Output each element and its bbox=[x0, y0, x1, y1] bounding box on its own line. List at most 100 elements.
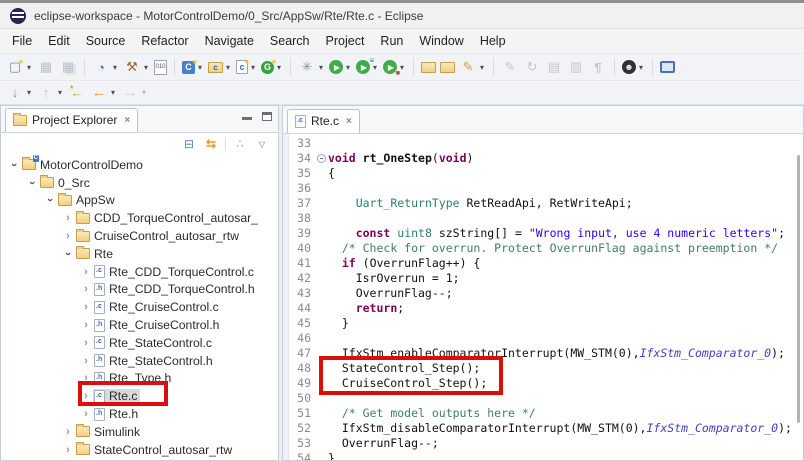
tree-item-0-src[interactable]: 0_Src bbox=[1, 174, 278, 192]
code-line-39[interactable]: const uint8 szString[] = "Wrong input, u… bbox=[328, 226, 803, 241]
new-c-class-button[interactable] bbox=[234, 58, 259, 76]
tree-item-label-wrap[interactable]: Rte_CDD_TorqueControl.c bbox=[93, 265, 257, 279]
minimize-view-icon[interactable] bbox=[242, 117, 252, 120]
new-c-folder-dropdown-icon[interactable] bbox=[224, 63, 232, 72]
fold-collapse-icon[interactable] bbox=[317, 154, 326, 163]
new-c-class-dropdown-icon[interactable] bbox=[249, 63, 257, 72]
tree-item-rte-cruisecontrol-h[interactable]: Rte_CruiseControl.h bbox=[1, 316, 278, 334]
line-number[interactable]: 39 bbox=[289, 226, 315, 241]
tree-item-label-wrap[interactable]: Simulink bbox=[75, 425, 143, 439]
tree-item-label-wrap[interactable]: Rte_StateControl.c bbox=[93, 336, 215, 350]
chevron-right-icon[interactable] bbox=[61, 426, 75, 438]
tree-item-rte-cdd-torquecontrol-h[interactable]: Rte_CDD_TorqueControl.h bbox=[1, 281, 278, 299]
tree-item-label-wrap[interactable]: AppSw bbox=[57, 193, 118, 207]
code-line-49[interactable]: CruiseControl_Step(); bbox=[328, 376, 803, 391]
chevron-right-icon[interactable] bbox=[61, 230, 75, 242]
last-edit-button[interactable] bbox=[66, 82, 88, 104]
run-button[interactable] bbox=[327, 58, 354, 76]
launch-profile-dropdown-icon[interactable] bbox=[111, 63, 119, 72]
chevron-right-icon[interactable] bbox=[61, 444, 75, 456]
close-icon[interactable] bbox=[124, 115, 130, 126]
line-number[interactable]: 50 bbox=[289, 391, 315, 406]
tree-item-label-wrap[interactable]: Rte_CruiseControl.h bbox=[93, 318, 222, 332]
code-area[interactable]: void rt_OneStep(void){ Uart_ReturnType R… bbox=[328, 134, 803, 460]
tree-item-rte-c[interactable]: Rte.c bbox=[1, 387, 278, 405]
tree-item-simulink[interactable]: Simulink bbox=[1, 423, 278, 441]
chevron-right-icon[interactable] bbox=[79, 390, 93, 402]
tree-item-rte[interactable]: Rte bbox=[1, 245, 278, 263]
tree-item-label-wrap[interactable]: Rte.c bbox=[93, 389, 140, 403]
highlighter-button[interactable] bbox=[457, 56, 488, 78]
prev-annotation-button[interactable] bbox=[35, 82, 66, 104]
tree-item-label-wrap[interactable]: 0_Src bbox=[39, 176, 93, 190]
tree-item-statecontrol-autosar-rtw[interactable]: StateControl_autosar_rtw bbox=[1, 441, 278, 459]
tree-item-label-wrap[interactable]: Rte_Type.h bbox=[93, 371, 174, 385]
tree-item-appsw[interactable]: AppSw bbox=[1, 192, 278, 210]
tree-item-cruisecontrol-autosar-rtw[interactable]: CruiseControl_autosar_rtw bbox=[1, 227, 278, 245]
close-icon[interactable] bbox=[346, 116, 352, 127]
new-wizard-button[interactable] bbox=[4, 56, 35, 78]
tree-item-label-wrap[interactable]: Rte_CruiseControl.c bbox=[93, 300, 222, 314]
code-line-33[interactable] bbox=[328, 136, 803, 151]
menu-search[interactable]: Search bbox=[262, 31, 318, 51]
tree-item-cdd-torquecontrol-autosar[interactable]: CDD_TorqueControl_autosar_ bbox=[1, 209, 278, 227]
tree-item-label-wrap[interactable]: CruiseControl_autosar_rtw bbox=[75, 229, 242, 243]
line-number[interactable]: 49 bbox=[289, 376, 315, 391]
menu-edit[interactable]: Edit bbox=[40, 31, 78, 51]
menu-file[interactable]: File bbox=[4, 31, 40, 51]
chevron-down-icon[interactable] bbox=[43, 194, 57, 206]
tab-project-explorer[interactable]: Project Explorer bbox=[5, 108, 138, 132]
code-line-38[interactable] bbox=[328, 211, 803, 226]
chevron-right-icon[interactable] bbox=[79, 266, 93, 278]
code-line-51[interactable]: /* Get model outputs here */ bbox=[328, 406, 803, 421]
line-number[interactable]: 37 bbox=[289, 196, 315, 211]
line-number[interactable]: 36 bbox=[289, 181, 315, 196]
console-button[interactable] bbox=[658, 59, 677, 75]
view-menu-dropdown-icon[interactable] bbox=[254, 136, 270, 152]
tree-item-label-wrap[interactable]: Rte_StateControl.h bbox=[93, 354, 216, 368]
menu-run[interactable]: Run bbox=[372, 31, 411, 51]
chevron-right-icon[interactable] bbox=[61, 212, 75, 224]
tree-item-rte-statecontrol-c[interactable]: Rte_StateControl.c bbox=[1, 334, 278, 352]
code-line-41[interactable]: if (OverrunFlag++) { bbox=[328, 256, 803, 271]
explorer-scrollbar[interactable] bbox=[797, 155, 800, 423]
tree-item-label-wrap[interactable]: Rte_CDD_TorqueControl.h bbox=[93, 282, 258, 296]
tree-item-rte-statecontrol-h[interactable]: Rte_StateControl.h bbox=[1, 352, 278, 370]
code-line-52[interactable]: IfxStm_disableComparatorInterrupt(MW_STM… bbox=[328, 421, 803, 436]
line-number[interactable]: 46 bbox=[289, 331, 315, 346]
chevron-right-icon[interactable] bbox=[79, 337, 93, 349]
line-number[interactable]: 53 bbox=[289, 436, 315, 451]
new-wizard-dropdown-icon[interactable] bbox=[25, 63, 33, 72]
chevron-down-icon[interactable] bbox=[25, 177, 39, 189]
line-number[interactable]: 42 bbox=[289, 271, 315, 286]
folding-ruler[interactable] bbox=[315, 134, 328, 460]
tree-item-label-wrap[interactable]: MotorControlDemo bbox=[21, 158, 146, 172]
tree-item-motorcontroldemo[interactable]: MotorControlDemo bbox=[1, 156, 278, 174]
chevron-right-icon[interactable] bbox=[79, 408, 93, 420]
build-dropdown-icon[interactable] bbox=[142, 63, 150, 72]
tree-item-label-wrap[interactable]: Rte bbox=[75, 247, 116, 261]
tree-item-rte-h[interactable]: Rte.h bbox=[1, 405, 278, 423]
line-number[interactable]: 33 bbox=[289, 136, 315, 151]
code-line-34[interactable]: void rt_OneStep(void) bbox=[328, 151, 803, 166]
chevron-right-icon[interactable] bbox=[79, 319, 93, 331]
line-number[interactable]: 47 bbox=[289, 346, 315, 361]
chevron-right-icon[interactable] bbox=[79, 355, 93, 367]
line-number[interactable]: 44 bbox=[289, 301, 315, 316]
new-make-button[interactable] bbox=[259, 59, 285, 76]
binary-button[interactable] bbox=[152, 58, 169, 77]
menu-window[interactable]: Window bbox=[411, 31, 471, 51]
line-number[interactable]: 34 bbox=[289, 151, 315, 166]
debug-dropdown-icon[interactable] bbox=[317, 63, 325, 72]
code-line-40[interactable]: /* Check for overrun. Protect OverrunFla… bbox=[328, 241, 803, 256]
code-line-50[interactable] bbox=[328, 391, 803, 406]
line-number[interactable]: 54 bbox=[289, 451, 315, 460]
menu-source[interactable]: Source bbox=[78, 31, 134, 51]
code-line-45[interactable]: } bbox=[328, 316, 803, 331]
user-button[interactable] bbox=[620, 58, 647, 76]
run-dropdown-icon[interactable] bbox=[344, 63, 352, 72]
chevron-right-icon[interactable] bbox=[79, 283, 93, 295]
build-button[interactable] bbox=[121, 56, 152, 78]
code-line-54[interactable]: } bbox=[328, 451, 803, 460]
chevron-down-icon[interactable] bbox=[61, 248, 75, 260]
